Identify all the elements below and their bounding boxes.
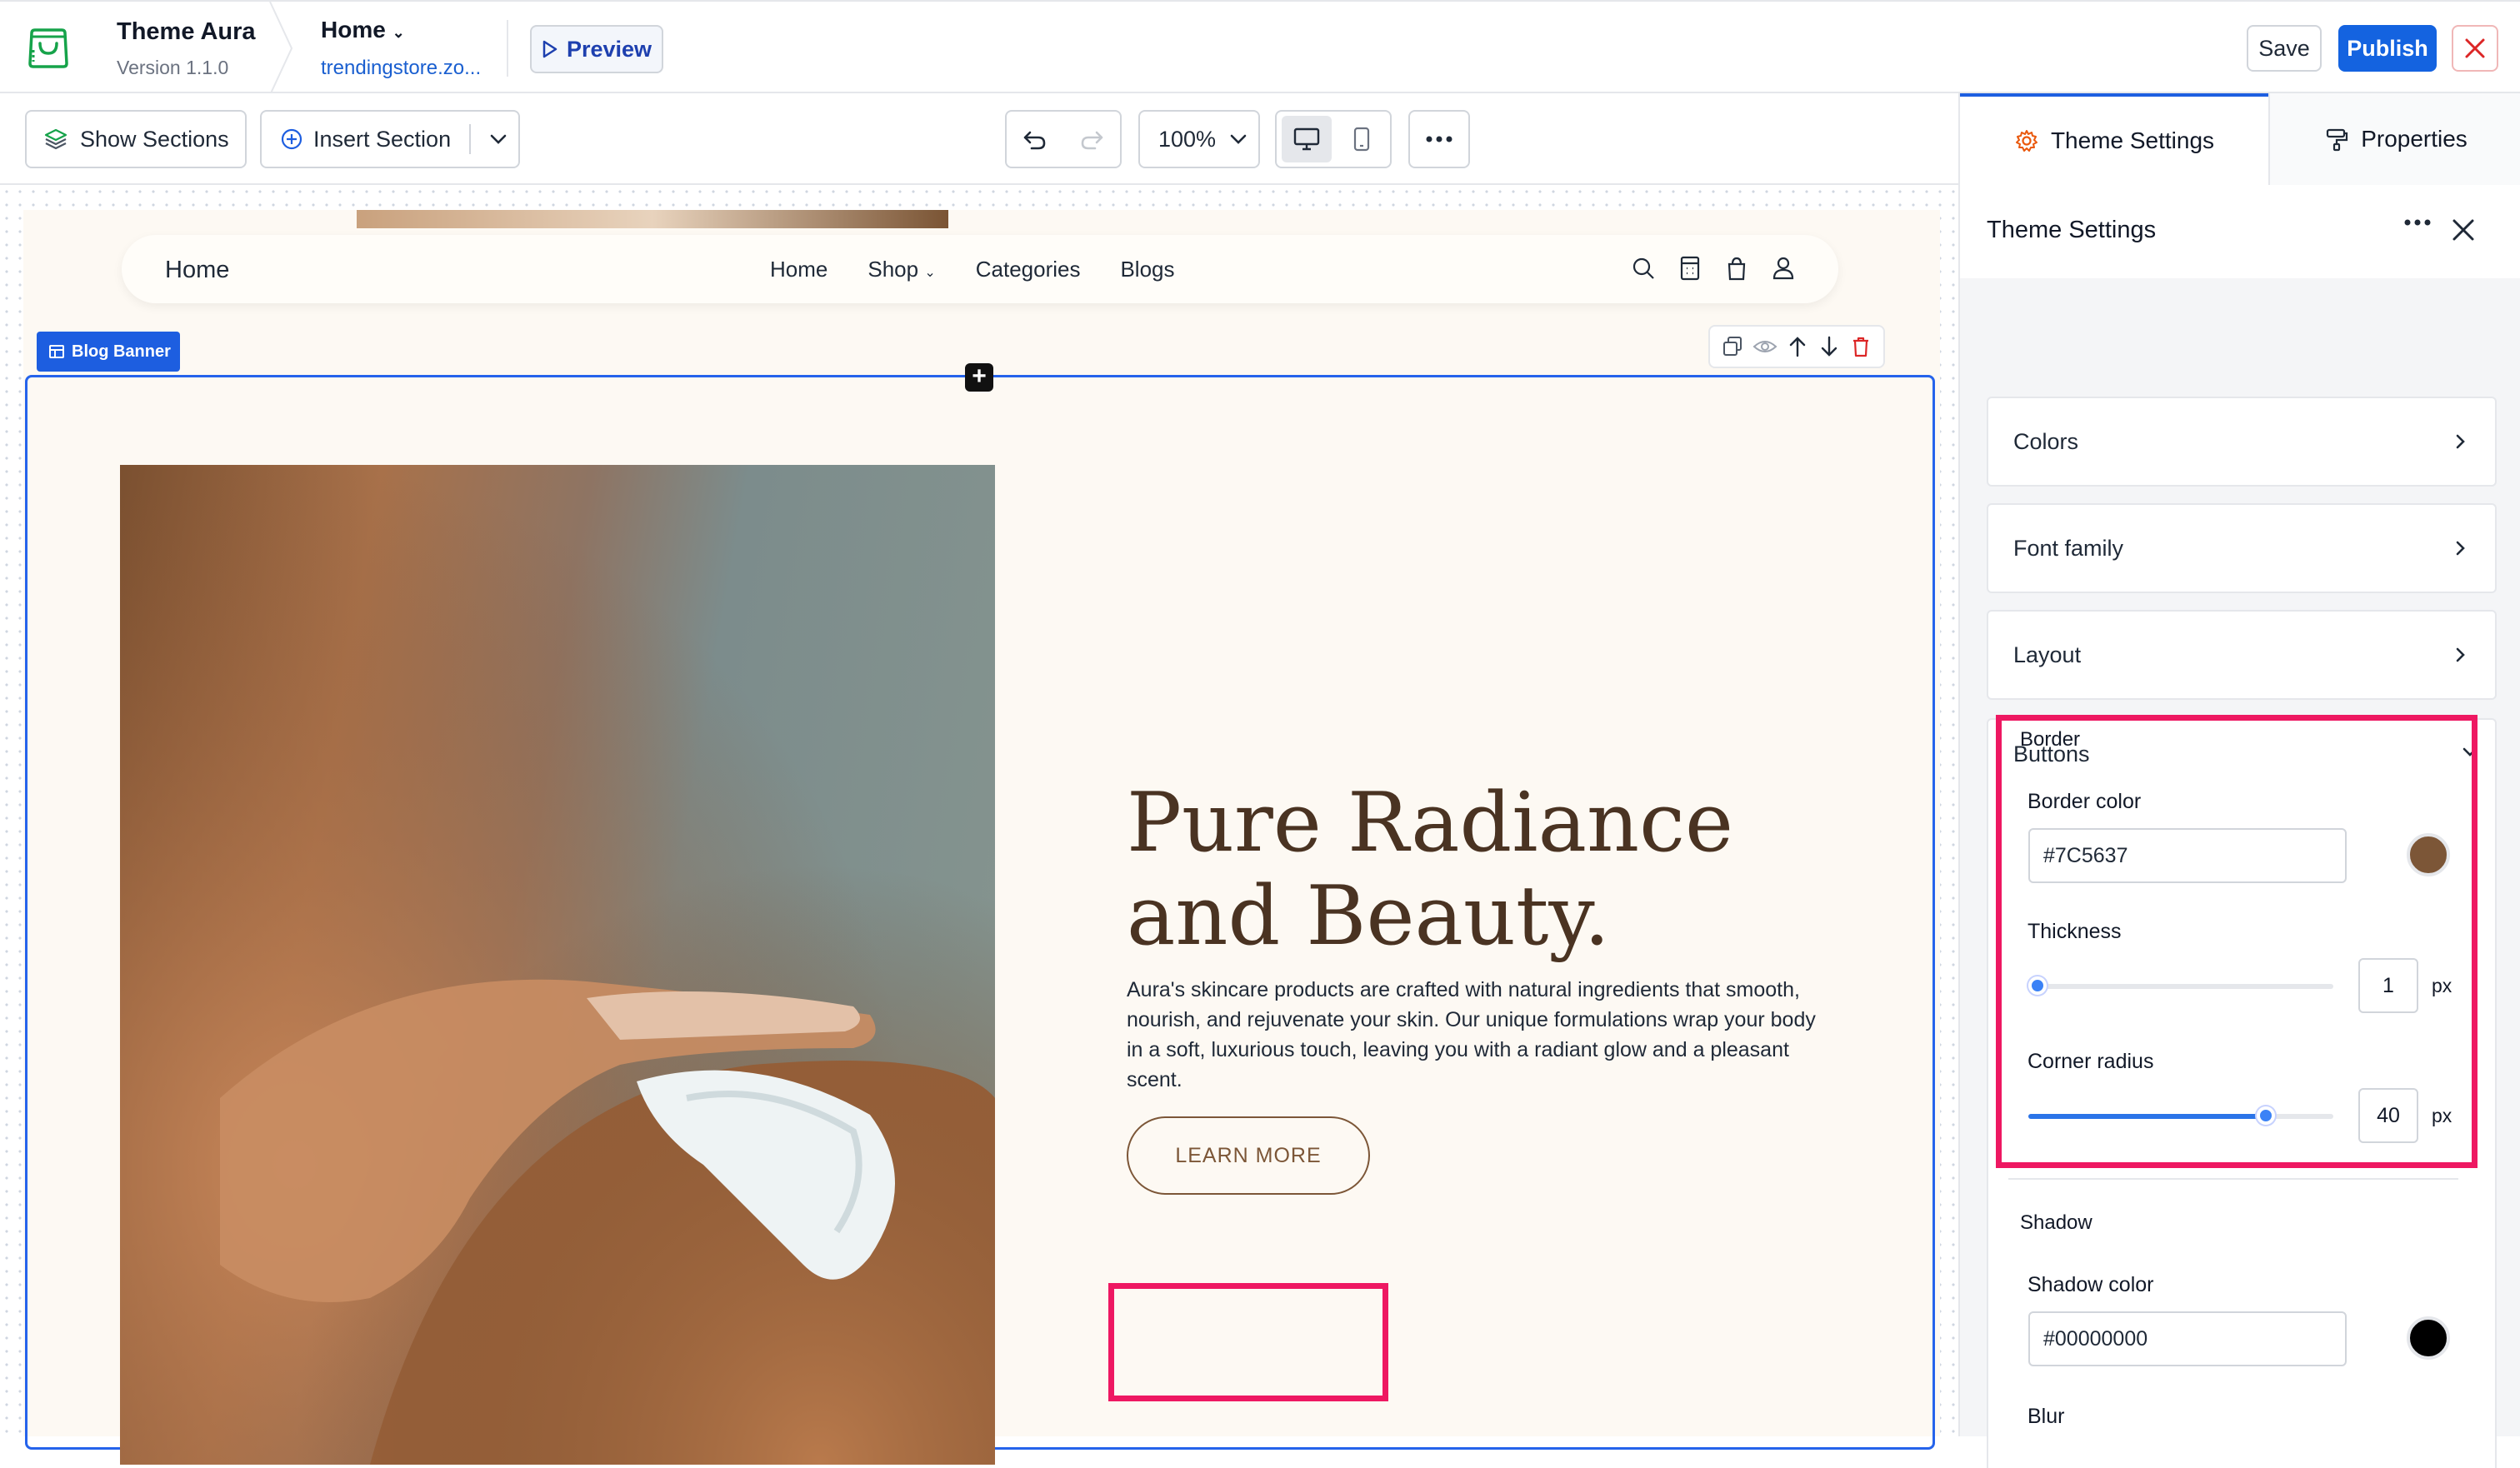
chevron-right-icon [2456, 647, 2465, 662]
app-title: Theme Aura [117, 18, 256, 45]
chevron-right-icon [2456, 434, 2465, 449]
more-horizontal-icon [1426, 136, 1452, 142]
add-section-button[interactable]: + [965, 363, 993, 392]
search-icon[interactable] [1628, 253, 1658, 283]
tab-theme-settings[interactable]: Theme Settings [1960, 93, 2268, 185]
top-bar: Theme Aura Version 1.1.0 Home ⌄ trending… [0, 0, 2520, 95]
panel-tabs: Theme Settings Properties [1960, 93, 2520, 185]
accordion-layout[interactable]: Layout [1987, 610, 2497, 700]
shopping-bag-icon[interactable] [1722, 253, 1752, 283]
play-icon [542, 40, 558, 58]
chevron-right-icon [2456, 541, 2465, 556]
device-toggle [1275, 110, 1392, 168]
shopping-bag-logo-icon [28, 28, 68, 68]
more-options-button[interactable] [1408, 110, 1470, 168]
arrow-down-icon[interactable] [1817, 334, 1842, 359]
gear-icon [2015, 130, 2038, 152]
chevron-down-icon: ⌄ [924, 266, 936, 280]
divider [2008, 1178, 2458, 1180]
preview-button[interactable]: Preview [530, 25, 663, 73]
accordion-colors-label: Colors [2013, 428, 2079, 454]
hero-image[interactable] [120, 465, 995, 1465]
desktop-icon [1293, 127, 1320, 151]
hero-title: Pure Radiance and Beauty. [1127, 776, 1734, 964]
chevron-down-icon[interactable] [488, 128, 509, 150]
more-horizontal-icon[interactable] [2403, 218, 2432, 227]
layout-icon [49, 345, 64, 358]
learn-more-button[interactable]: LEARN MORE [1127, 1116, 1370, 1195]
divider [469, 124, 472, 154]
accordion-font-family-label: Font family [2013, 535, 2124, 561]
site-preview: Home Home Shop ⌄ Categories Blogs Blog B… [23, 210, 1940, 1465]
duplicate-icon[interactable] [1720, 334, 1745, 359]
chevron-down-icon: ⌄ [392, 24, 405, 41]
highlight-learn-more [1108, 1283, 1388, 1401]
mobile-view-button[interactable] [1338, 116, 1385, 162]
desktop-view-button[interactable] [1282, 116, 1332, 162]
shadow-heading: Shadow [2020, 1211, 2092, 1234]
arrow-up-icon[interactable] [1785, 334, 1810, 359]
zoom-select[interactable]: 100% [1138, 110, 1260, 168]
tab-theme-settings-label: Theme Settings [2050, 127, 2215, 153]
editor-canvas: Home Home Shop ⌄ Categories Blogs Blog B… [0, 185, 1958, 1465]
breadcrumb-separator-icon [269, 2, 293, 95]
shadow-color-label: Shadow color [2028, 1273, 2154, 1296]
insert-section-label: Insert Section [313, 126, 452, 152]
nav-link-home[interactable]: Home [770, 257, 828, 282]
highlight-border-settings [1996, 715, 2478, 1168]
skin-care-photo [120, 465, 995, 1465]
panel-title: Theme Settings [1987, 217, 2157, 243]
show-sections-label: Show Sections [80, 126, 229, 152]
chevron-down-icon [1230, 134, 1247, 144]
user-icon[interactable] [1768, 253, 1798, 283]
section-label: Blog Banner [72, 342, 171, 361]
section-toolbar [1708, 325, 1885, 368]
close-editor-button[interactable] [2452, 25, 2498, 72]
nav-link-blogs[interactable]: Blogs [1120, 257, 1174, 282]
mobile-icon [1353, 127, 1370, 152]
eye-icon[interactable] [1752, 334, 1778, 359]
zoom-value: 100% [1158, 126, 1217, 152]
save-button[interactable]: Save [2247, 25, 2322, 72]
close-panel-icon[interactable] [2450, 217, 2477, 243]
close-icon [2465, 38, 2485, 58]
section-label-badge[interactable]: Blog Banner [37, 332, 180, 372]
blur-label: Blur [2028, 1405, 2065, 1428]
redo-icon[interactable] [1078, 126, 1105, 152]
calculator-icon[interactable] [1675, 253, 1705, 283]
accordion-layout-label: Layout [2013, 642, 2082, 667]
tab-properties-label: Properties [2361, 126, 2468, 152]
site-nav-links: Home Shop ⌄ Categories Blogs [770, 257, 1175, 282]
editor-toolbar: Show Sections Insert Section 100% [0, 93, 1958, 185]
shadow-color-swatch[interactable] [2407, 1316, 2450, 1360]
trash-icon[interactable] [1848, 334, 1873, 359]
undo-icon[interactable] [1022, 126, 1048, 152]
paint-roller-icon [2327, 128, 2348, 152]
shadow-color-value: #00000000 [2043, 1326, 2148, 1351]
page-name: Home [321, 17, 386, 42]
shadow-color-input[interactable]: #00000000 [2028, 1311, 2347, 1366]
nav-link-categories[interactable]: Categories [976, 257, 1081, 282]
store-url-link[interactable]: trendingstore.zo... [321, 57, 481, 80]
hero-description: Aura's skincare products are crafted wit… [1127, 978, 1816, 1091]
nav-link-shop[interactable]: Shop ⌄ [868, 257, 935, 282]
divider [507, 20, 508, 77]
insert-section-button[interactable]: Insert Section [260, 110, 520, 168]
accordion-colors[interactable]: Colors [1987, 397, 2497, 487]
site-brand[interactable]: Home [165, 257, 229, 284]
layers-icon [44, 128, 68, 150]
site-navbar: Home Home Shop ⌄ Categories Blogs [122, 235, 1838, 303]
app-version: Version 1.1.0 [117, 57, 229, 78]
site-nav-icons [1628, 253, 1798, 283]
show-sections-button[interactable]: Show Sections [25, 110, 247, 168]
preview-label: Preview [566, 36, 652, 62]
nav-link-shop-label: Shop [868, 257, 919, 282]
previous-section-image [357, 210, 948, 228]
plus-circle-icon [281, 128, 302, 150]
accordion-font-family[interactable]: Font family [1987, 503, 2497, 593]
tab-properties[interactable]: Properties [2268, 93, 2520, 185]
publish-button[interactable]: Publish [2338, 25, 2437, 72]
page-selector[interactable]: Home ⌄ [321, 17, 405, 43]
history-group [1005, 110, 1122, 168]
